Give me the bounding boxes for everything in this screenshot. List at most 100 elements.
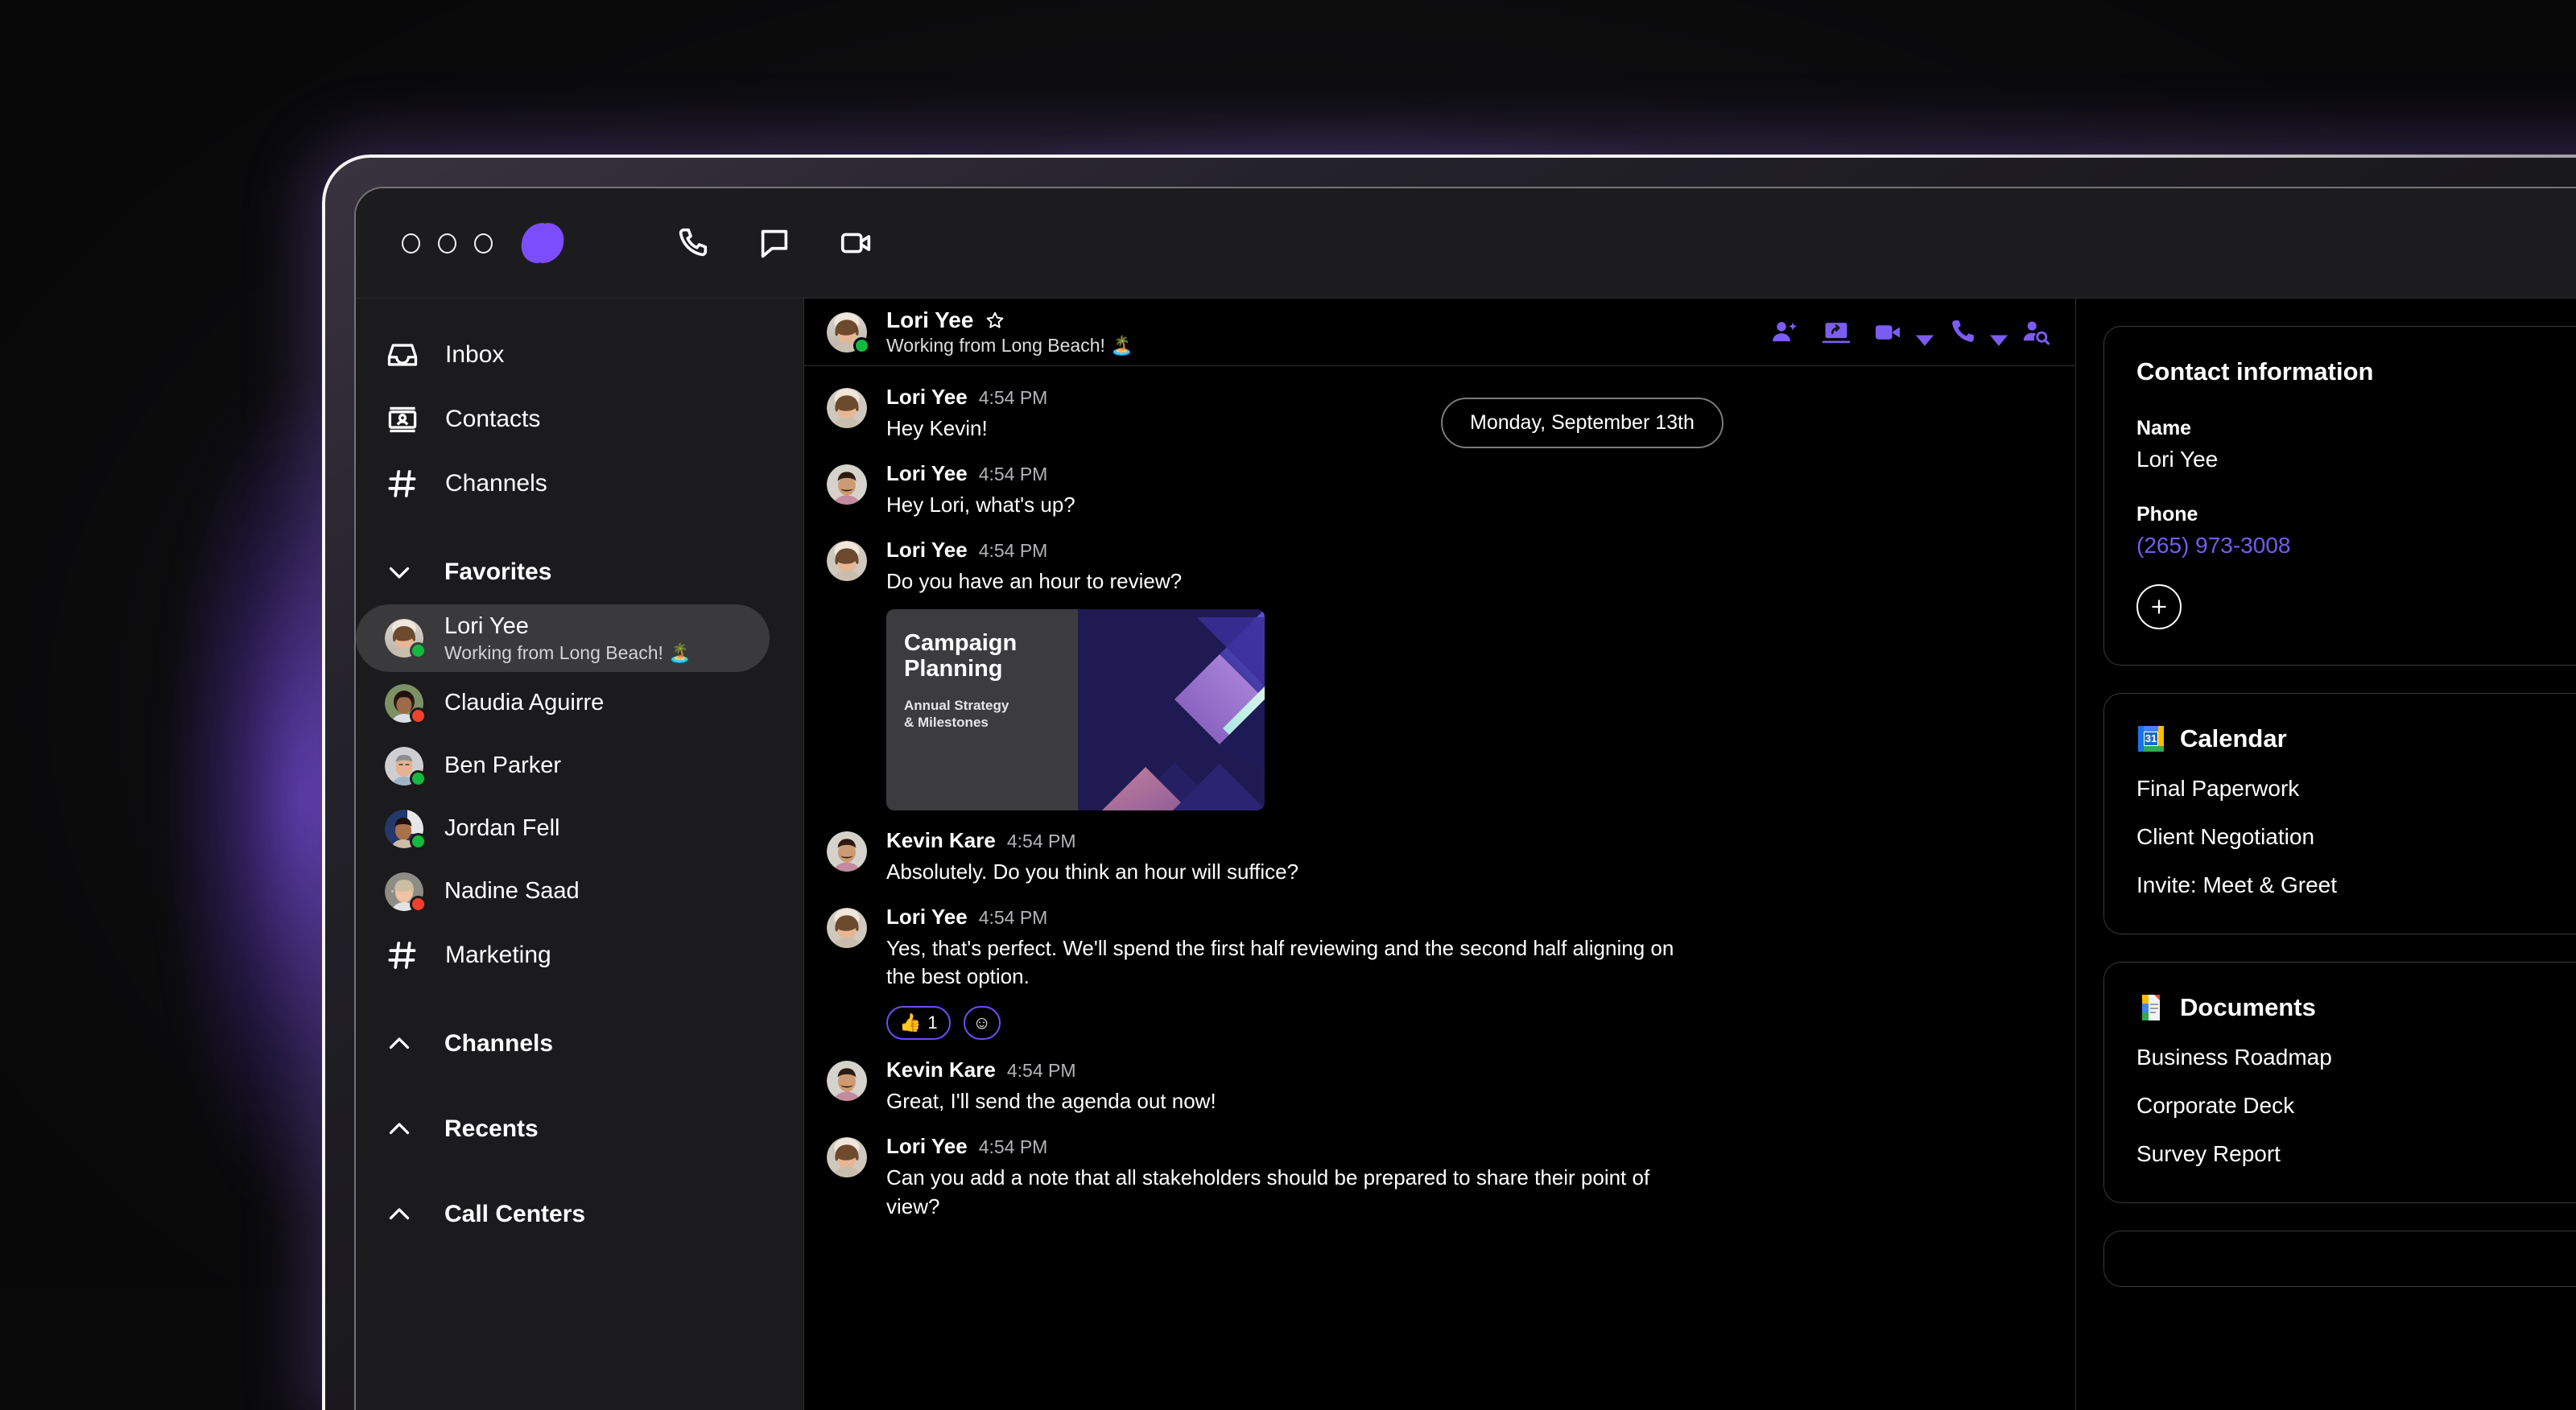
reaction-thumbs-up[interactable]: 👍 1 (886, 1006, 951, 1040)
avatar-image (827, 908, 867, 948)
avatar-image (827, 831, 867, 872)
sidebar-person-lori-yee[interactable]: Lori Yee Working from Long Beach! 🏝️ (356, 604, 770, 672)
star-outline-icon[interactable] (985, 310, 1005, 331)
message-time: 4:54 PM (979, 464, 1048, 485)
sidebar-item-label: Channels (445, 470, 547, 497)
chat-bubble-icon[interactable] (756, 225, 793, 262)
list-item[interactable]: Corporate Deck Ju (2136, 1093, 2576, 1119)
contact-name-value: Lori Yee (2136, 447, 2576, 472)
calendar-item-name: Invite: Meet & Greet (2136, 872, 2337, 898)
sidebar-item-channels[interactable]: Channels (356, 451, 803, 516)
avatar (827, 464, 867, 505)
presence-online (853, 337, 870, 354)
avatar (827, 1061, 867, 1101)
message-row: Lori Yee 4:54 PM Do you have an hour to … (804, 538, 2075, 810)
sidebar-channel-marketing[interactable]: Marketing (356, 923, 803, 987)
document-item-name: Corporate Deck (2136, 1093, 2294, 1119)
avatar (827, 1137, 867, 1177)
maximize-dot[interactable] (474, 233, 493, 254)
add-reaction-button[interactable]: ☺ (964, 1006, 1001, 1040)
list-item[interactable]: Client Negotiation Ju (2136, 824, 2576, 850)
avatar (385, 619, 423, 658)
person-search-icon[interactable] (2021, 317, 2051, 348)
chevron-up-icon (385, 1029, 414, 1058)
sidebar-item-label: Contacts (445, 406, 540, 433)
phone-icon[interactable] (674, 225, 711, 262)
sidebar-person-claudia-aguirre[interactable]: Claudia Aguirre (356, 672, 803, 735)
message-row: Lori Yee 4:54 PM Hey Lori, what's up? (804, 461, 2075, 520)
sidebar-person-nadine-saad[interactable]: Nadine Saad (356, 860, 803, 923)
sidebar-section-recents[interactable]: Recents (356, 1097, 803, 1161)
list-item[interactable]: Business Roadmap Ju (2136, 1045, 2576, 1070)
card-title: Documents (2180, 993, 2316, 1022)
sidebar-section-channels[interactable]: Channels (356, 1012, 803, 1076)
contact-phone-value[interactable]: (265) 973-3008 (2136, 533, 2576, 559)
avatar-image (827, 1137, 867, 1177)
smiley-icon: ☺ (972, 1012, 990, 1033)
add-contact-field-button[interactable] (2136, 584, 2182, 629)
device-frame: Inbox Contacts Channels (322, 155, 2576, 1410)
phone-icon[interactable] (1946, 317, 2000, 348)
calendar-item-name: Client Negotiation (2136, 824, 2314, 850)
contact-information-card: Contact information Name Lori Yee Phone … (2103, 326, 2576, 666)
avatar (827, 388, 867, 428)
chevron-down-icon[interactable] (1909, 324, 1926, 340)
message-sender: Lori Yee (886, 461, 968, 486)
next-card-partial (2103, 1231, 2576, 1287)
message-text: Absolutely. Do you think an hour will su… (886, 858, 1298, 887)
sidebar-channel-label: Marketing (445, 942, 551, 969)
message-row: Lori Yee 4:54 PM Hey Kevin! (804, 385, 2075, 443)
message-text: Do you have an hour to review? (886, 567, 1265, 596)
sidebar-section-favorites[interactable]: Favorites (356, 540, 803, 604)
plus-icon (2149, 596, 2169, 617)
video-camera-icon[interactable] (1872, 317, 1926, 348)
message-text: Great, I'll send the agenda out now! (886, 1087, 1216, 1116)
attachment-card[interactable]: Campaign Planning Annual Strategy & Mile… (886, 609, 1265, 810)
sidebar-person-jordan-fell[interactable]: Jordan Fell (356, 798, 803, 860)
app-logo[interactable] (522, 222, 564, 264)
sidebar-item-inbox[interactable]: Inbox (356, 323, 803, 387)
list-item[interactable]: Final Paperwork Ju (2136, 776, 2576, 802)
list-item[interactable]: Survey Report Ju (2136, 1141, 2576, 1167)
sidebar-section-call-centers[interactable]: Call Centers (356, 1182, 803, 1247)
window-controls (402, 233, 493, 254)
sidebar-person-ben-parker[interactable]: Ben Parker (356, 735, 803, 798)
message-time: 4:54 PM (979, 387, 1048, 409)
message-list[interactable]: Monday, September 13th Lori Yee 4:54 PM … (804, 367, 2075, 1410)
message-row: Kevin Kare 4:54 PM Great, I'll send the … (804, 1058, 2075, 1116)
add-person-icon[interactable] (1769, 317, 1800, 348)
chevron-up-icon (385, 1200, 414, 1229)
video-camera-icon[interactable] (838, 225, 875, 262)
card-title: Contact information (2136, 357, 2576, 386)
presence-busy (410, 707, 427, 724)
avatar-image (827, 541, 867, 581)
card-title: Calendar (2180, 724, 2287, 753)
titlebar (356, 188, 2576, 299)
message-text: Hey Lori, what's up? (886, 491, 1075, 520)
sidebar-section-label: Recents (444, 1115, 539, 1143)
sidebar-item-contacts[interactable]: Contacts (356, 387, 803, 451)
sidebar-section-label: Favorites (444, 559, 551, 586)
chevron-up-icon (385, 1115, 414, 1144)
message-text: Yes, that's perfect. We'll spend the fir… (886, 934, 1691, 992)
date-divider: Monday, September 13th (1441, 398, 1724, 448)
chevron-down-icon[interactable] (1984, 324, 2000, 340)
documents-card: Documents Business Roadmap Ju Corporate … (2103, 962, 2576, 1203)
message-time: 4:54 PM (979, 907, 1048, 929)
avatar (385, 872, 423, 911)
contacts-icon (385, 402, 420, 437)
google-calendar-icon: 31 (2136, 724, 2165, 753)
minimize-dot[interactable] (438, 233, 456, 254)
document-item-name: Business Roadmap (2136, 1045, 2332, 1070)
inbox-icon (385, 337, 420, 373)
presence-online (410, 770, 427, 787)
screen-share-icon[interactable] (1821, 317, 1852, 348)
list-item[interactable]: Invite: Meet & Greet Ju (2136, 872, 2576, 898)
hash-icon (385, 466, 420, 501)
calendar-item-name: Final Paperwork (2136, 776, 2299, 802)
avatar-image (827, 388, 867, 428)
close-dot[interactable] (402, 233, 420, 254)
chat-header-actions (1769, 317, 2075, 348)
avatar (827, 831, 867, 872)
message-sender: Kevin Kare (886, 1058, 996, 1082)
